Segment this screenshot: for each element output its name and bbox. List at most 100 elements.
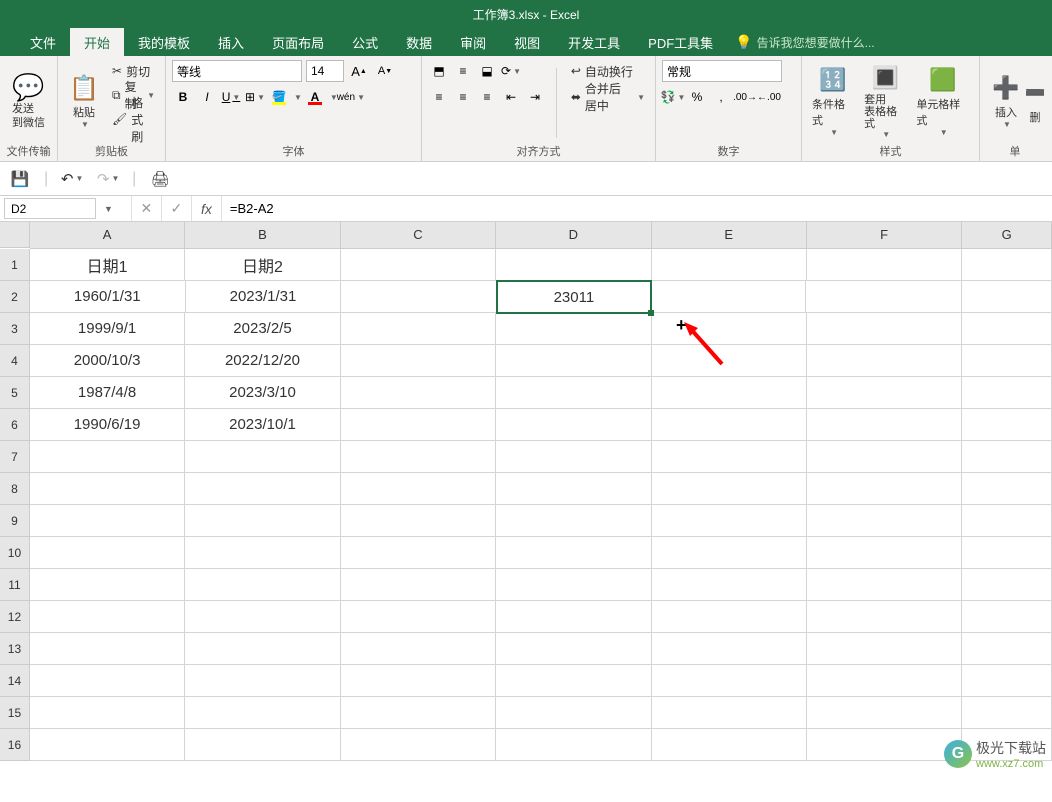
- cell[interactable]: [807, 697, 962, 729]
- underline-button[interactable]: U▼: [220, 86, 242, 108]
- bold-button[interactable]: B: [172, 86, 194, 108]
- cell[interactable]: [341, 249, 496, 281]
- align-left-button[interactable]: ≡: [428, 86, 450, 108]
- cell[interactable]: [962, 569, 1052, 601]
- menu-dev[interactable]: 开发工具: [554, 28, 634, 56]
- decrease-font-button[interactable]: A▼: [374, 60, 396, 82]
- cell[interactable]: [652, 537, 807, 569]
- italic-button[interactable]: I: [196, 86, 218, 108]
- cell[interactable]: [962, 633, 1052, 665]
- insert-cells-button[interactable]: ➕ 插入▼: [986, 60, 1026, 141]
- cell[interactable]: [341, 601, 496, 633]
- comma-button[interactable]: ,: [710, 86, 732, 108]
- cell[interactable]: [496, 409, 651, 441]
- increase-font-button[interactable]: A▲: [348, 60, 370, 82]
- cell[interactable]: 1960/1/31: [30, 281, 186, 313]
- cell[interactable]: [962, 409, 1052, 441]
- cell[interactable]: [496, 569, 651, 601]
- save-button[interactable]: 💾: [8, 167, 32, 191]
- cell[interactable]: [496, 601, 651, 633]
- orientation-button[interactable]: ⟳▼: [500, 60, 522, 82]
- row-header-14[interactable]: 14: [0, 665, 30, 697]
- cell[interactable]: [341, 313, 496, 345]
- cell[interactable]: [341, 345, 496, 377]
- fx-button[interactable]: fx: [191, 196, 221, 221]
- cell[interactable]: [962, 537, 1052, 569]
- cell[interactable]: [652, 665, 807, 697]
- cell[interactable]: [341, 729, 496, 761]
- cell[interactable]: [807, 441, 962, 473]
- formula-input[interactable]: [221, 196, 1052, 221]
- cell[interactable]: [341, 441, 496, 473]
- font-size-select[interactable]: [306, 60, 344, 82]
- cell[interactable]: [807, 409, 962, 441]
- cell[interactable]: [962, 601, 1052, 633]
- fill-handle[interactable]: [648, 310, 654, 316]
- menu-templates[interactable]: 我的模板: [124, 28, 204, 56]
- cell[interactable]: 2023/1/31: [186, 281, 342, 313]
- cell[interactable]: [807, 633, 962, 665]
- cell[interactable]: [341, 473, 496, 505]
- col-header-C[interactable]: C: [341, 222, 496, 249]
- cell[interactable]: [496, 505, 651, 537]
- cell[interactable]: [807, 377, 962, 409]
- cell-style-button[interactable]: 🟩 单元格样式▼: [912, 60, 973, 141]
- cell[interactable]: [807, 249, 962, 281]
- row-header-11[interactable]: 11: [0, 569, 30, 601]
- redo-button[interactable]: ↷▼: [96, 167, 120, 191]
- col-header-E[interactable]: E: [652, 222, 807, 249]
- menu-file[interactable]: 文件: [16, 28, 70, 56]
- cell[interactable]: [30, 505, 185, 537]
- undo-button[interactable]: ↶▼: [60, 167, 84, 191]
- cell[interactable]: [30, 633, 185, 665]
- cell[interactable]: 2023/10/1: [185, 409, 340, 441]
- cell[interactable]: [807, 601, 962, 633]
- cell[interactable]: 2022/12/20: [185, 345, 340, 377]
- cell[interactable]: [185, 473, 340, 505]
- cell[interactable]: [652, 729, 807, 761]
- format-painter-button[interactable]: 🖌格式刷: [108, 108, 159, 130]
- cell[interactable]: [496, 345, 651, 377]
- cell[interactable]: 1987/4/8: [30, 377, 185, 409]
- col-header-A[interactable]: A: [30, 222, 185, 249]
- wrap-text-button[interactable]: ↩自动换行: [567, 60, 649, 82]
- cell[interactable]: [652, 569, 807, 601]
- cell[interactable]: [652, 249, 807, 281]
- cell[interactable]: [341, 537, 496, 569]
- indent-increase-button[interactable]: ⇥: [524, 86, 546, 108]
- border-button[interactable]: ⊞▼: [244, 86, 266, 108]
- cell[interactable]: 1990/6/19: [30, 409, 185, 441]
- cell[interactable]: [496, 729, 651, 761]
- cell[interactable]: [185, 697, 340, 729]
- cell[interactable]: [30, 441, 185, 473]
- align-right-button[interactable]: ≡: [476, 86, 498, 108]
- cell[interactable]: [652, 377, 807, 409]
- cell[interactable]: [652, 601, 807, 633]
- menu-layout[interactable]: 页面布局: [258, 28, 338, 56]
- font-color-button[interactable]: A: [304, 86, 326, 108]
- phonetic-button[interactable]: wén▼: [340, 86, 362, 108]
- cell[interactable]: [652, 473, 807, 505]
- menu-data[interactable]: 数据: [392, 28, 446, 56]
- cell[interactable]: [807, 473, 962, 505]
- decrease-decimal-button[interactable]: ←.00: [758, 86, 780, 108]
- cell[interactable]: [652, 697, 807, 729]
- cell[interactable]: [652, 345, 807, 377]
- col-header-D[interactable]: D: [496, 222, 651, 249]
- cell[interactable]: [962, 697, 1052, 729]
- row-header-15[interactable]: 15: [0, 697, 30, 729]
- cell[interactable]: [496, 313, 651, 345]
- row-header-7[interactable]: 7: [0, 441, 30, 473]
- cell[interactable]: [962, 665, 1052, 697]
- cell[interactable]: [185, 441, 340, 473]
- cell[interactable]: [185, 537, 340, 569]
- cell[interactable]: [496, 249, 651, 281]
- row-header-4[interactable]: 4: [0, 345, 30, 377]
- cell[interactable]: [962, 473, 1052, 505]
- cell[interactable]: [496, 377, 651, 409]
- cell[interactable]: [30, 537, 185, 569]
- row-header-9[interactable]: 9: [0, 505, 30, 537]
- cell[interactable]: 23011: [496, 280, 652, 314]
- cell[interactable]: 1999/9/1: [30, 313, 185, 345]
- cell[interactable]: [962, 441, 1052, 473]
